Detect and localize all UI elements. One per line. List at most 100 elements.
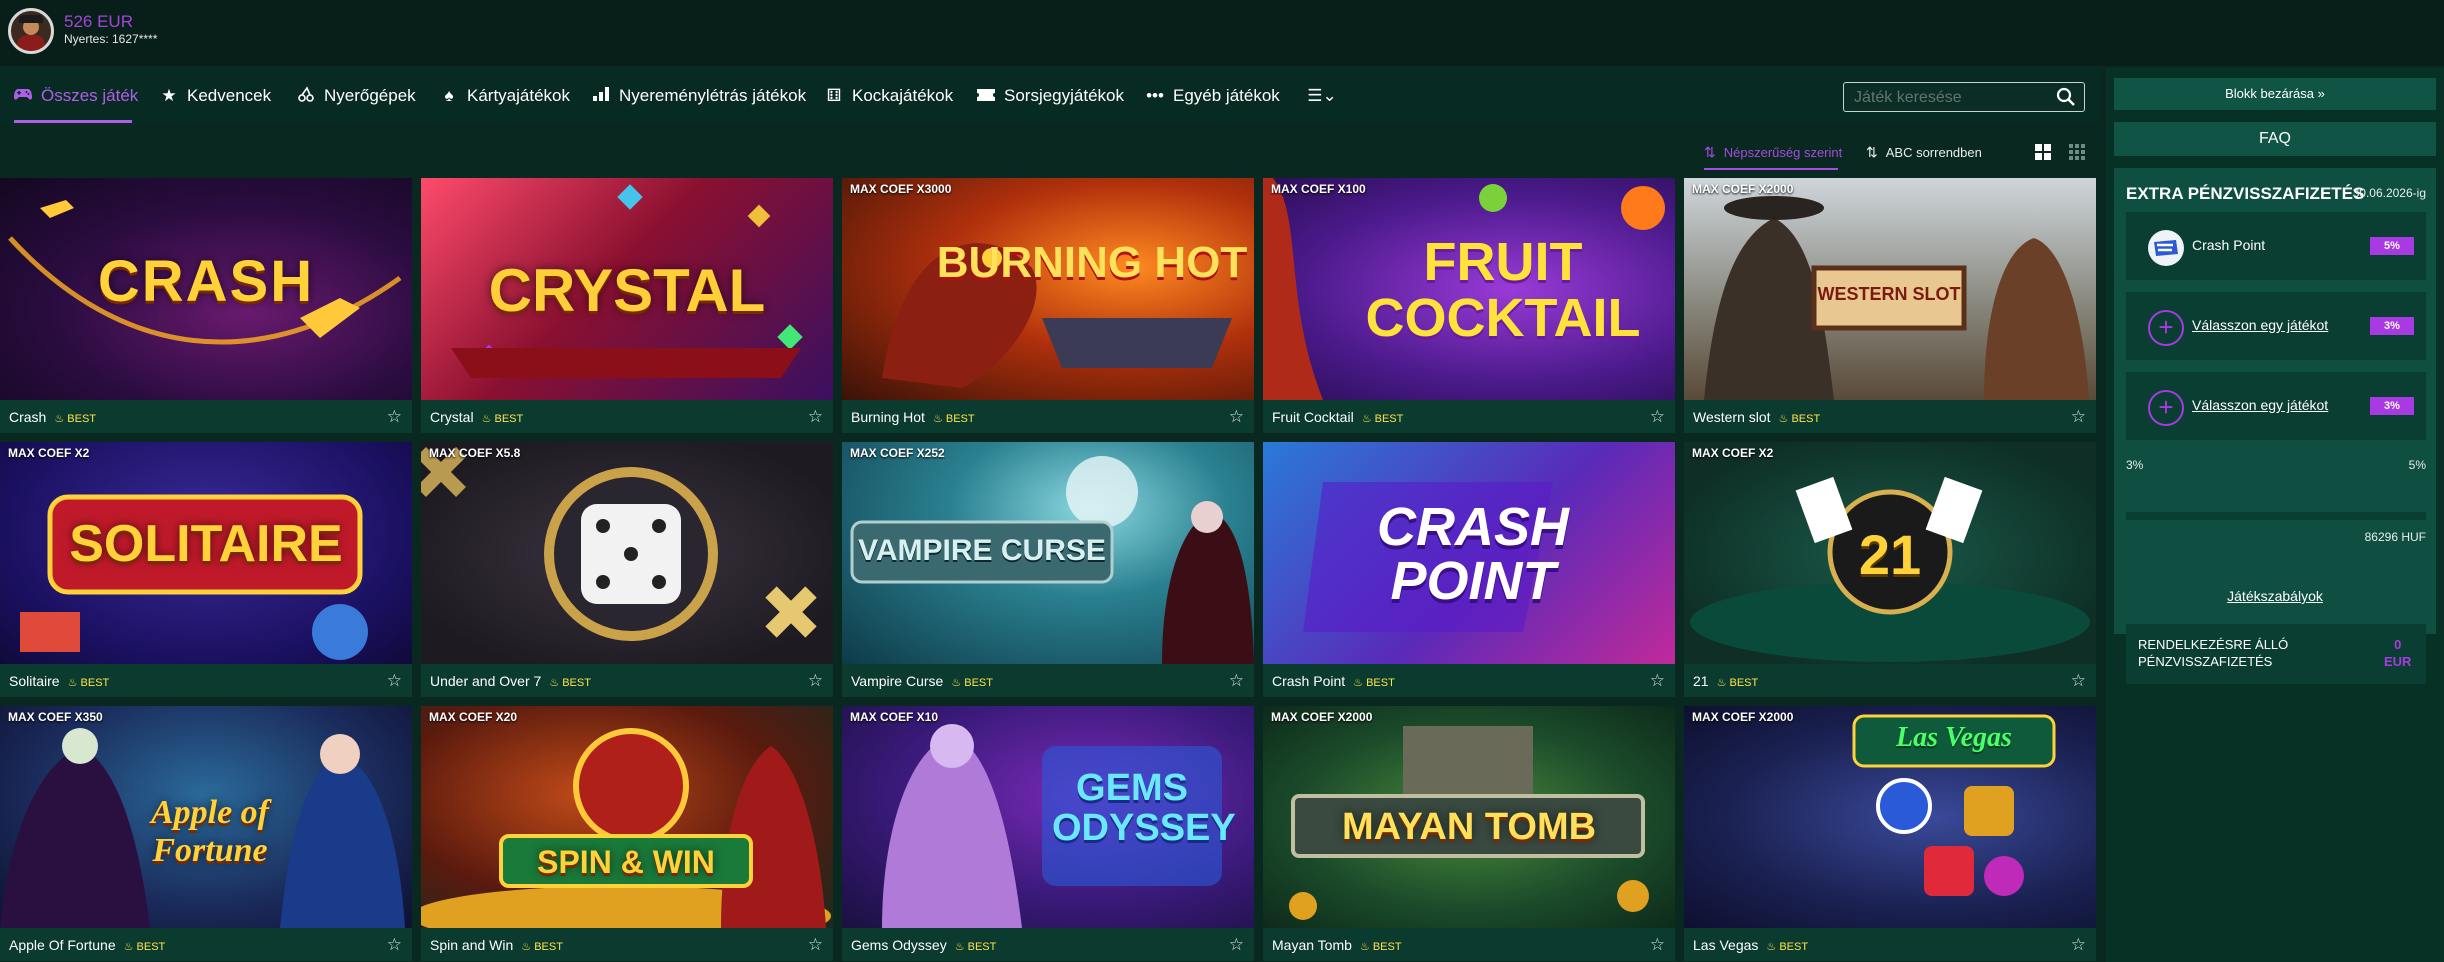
- favorite-star-icon[interactable]: ☆: [2071, 671, 2086, 691]
- favorite-star-icon[interactable]: ☆: [387, 407, 402, 427]
- game-card-21[interactable]: 21 MAX COEF X2 21 ♨ BEST ☆: [1684, 442, 2096, 697]
- dice-icon: ⚅: [826, 86, 842, 105]
- favorite-star-icon[interactable]: ☆: [808, 935, 823, 955]
- game-card-mayan-tomb[interactable]: MAYAN TOMB MAX COEF X2000 Mayan Tomb ♨ BE…: [1263, 706, 1675, 961]
- choose-game-link[interactable]: Válasszon egy játékot: [2192, 397, 2328, 413]
- art-title: GEMS ODYSSEY: [1052, 767, 1236, 849]
- available-cashback: RENDELKEZÉSRE ÁLLÓ PÉNZVISSZAFIZETÉS 0 EU…: [2126, 624, 2426, 684]
- game-card-crash[interactable]: CRASH Crash ♨ BEST ☆: [0, 178, 412, 433]
- active-tab-underline: [14, 120, 132, 123]
- large-grid-icon[interactable]: [2032, 141, 2054, 163]
- nav-more-menu[interactable]: ☰⌄: [1305, 68, 1348, 124]
- cashback-percent-badge: 5%: [2370, 237, 2414, 255]
- nav-slots[interactable]: Nyerőgépek: [297, 68, 416, 124]
- max-coef-label: MAX COEF X2000: [1692, 182, 1794, 196]
- cashback-sidebar: Blokk bezárása » FAQ EXTRA PÉNZVISSZAFIZ…: [2106, 68, 2444, 962]
- best-badge: ♨ BEST: [1766, 941, 1809, 953]
- search-input[interactable]: [1854, 87, 2044, 109]
- favorite-star-icon[interactable]: ☆: [387, 671, 402, 691]
- game-thumbnail: 21 MAX COEF X2: [1684, 442, 2096, 664]
- game-name: Under and Over 7: [430, 673, 542, 689]
- game-thumbnail: SOLITAIRE MAX COEF X2: [0, 442, 412, 664]
- nav-ladder-games[interactable]: Nyereménylétrás játékok: [592, 68, 806, 124]
- art-title: SOLITAIRE: [69, 515, 343, 573]
- game-card-las-vegas[interactable]: Las Vegas MAX COEF X2000 Las Vegas ♨ BEST…: [1684, 706, 2096, 961]
- max-coef-label: MAX COEF X10: [850, 710, 939, 724]
- game-card-fruit-cocktail[interactable]: FRUIT COCKTAIL MAX COEF X100 Fruit Cockt…: [1263, 178, 1675, 433]
- nav-lottery-games[interactable]: Sorsjegyjátékok: [977, 68, 1124, 124]
- game-card-solitaire[interactable]: SOLITAIRE MAX COEF X2 Solitaire ♨ BEST ☆: [0, 442, 412, 697]
- search-icon[interactable]: [2056, 87, 2076, 107]
- favorite-star-icon[interactable]: ☆: [1650, 671, 1665, 691]
- game-rules-link[interactable]: Játékszabályok: [2114, 588, 2436, 604]
- favorite-star-icon[interactable]: ☆: [808, 407, 823, 427]
- nav-card-games[interactable]: ♠ Kártyajátékok: [440, 68, 570, 124]
- game-card-spin-and-win[interactable]: SPIN & WIN MAX COEF X20 Spin and Win ♨ BE…: [421, 706, 833, 961]
- cashback-item[interactable]: Crash Point 5%: [2126, 212, 2426, 280]
- nav-all-games[interactable]: Összes játék: [14, 68, 138, 124]
- game-card-under-over-7[interactable]: MAX COEF X5.8 Under and Over 7 ♨ BEST ☆: [421, 442, 833, 697]
- art-title: Apple of Fortune: [150, 794, 270, 869]
- faq-button[interactable]: FAQ: [2114, 122, 2436, 156]
- game-card-crystal[interactable]: CRYSTAL Crystal ♨ BEST ☆: [421, 178, 833, 433]
- game-card-burning-hot[interactable]: BURNING HOT MAX COEF X3000 Burning Hot ♨ …: [842, 178, 1254, 433]
- max-coef-label: MAX COEF X350: [8, 710, 103, 724]
- favorite-star-icon[interactable]: ☆: [1229, 935, 1244, 955]
- favorite-star-icon[interactable]: ☆: [2071, 407, 2086, 427]
- max-coef-label: MAX COEF X2: [8, 446, 90, 460]
- game-thumbnail: GEMS ODYSSEY MAX COEF X10: [842, 706, 1254, 928]
- crash-point-logo-icon: [2148, 230, 2184, 266]
- favorite-star-icon[interactable]: ☆: [808, 671, 823, 691]
- game-card-crash-point[interactable]: CRASH POINT Crash Point ♨ BEST ☆: [1263, 442, 1675, 697]
- game-thumbnail: SPIN & WIN MAX COEF X20: [421, 706, 833, 928]
- favorite-star-icon[interactable]: ☆: [1229, 671, 1244, 691]
- nav-other-games[interactable]: ••• Egyéb játékok: [1146, 68, 1280, 124]
- game-thumbnail: CRASH: [0, 178, 412, 400]
- game-card-apple-of-fortune[interactable]: Apple of Fortune MAX COEF X350 Apple Of …: [0, 706, 412, 961]
- game-thumbnail: CRYSTAL: [421, 178, 833, 400]
- sort-popularity[interactable]: ⇅ Népszerűség szerint: [1704, 140, 1842, 170]
- favorite-star-icon[interactable]: ☆: [1229, 407, 1244, 427]
- best-badge: ♨ BEST: [1361, 413, 1404, 425]
- cashback-item[interactable]: + Válasszon egy játékot 3%: [2126, 372, 2426, 440]
- game-name: Burning Hot: [851, 409, 925, 425]
- bars-icon: [592, 86, 610, 106]
- game-name: Las Vegas: [1693, 937, 1759, 953]
- small-grid-icon[interactable]: [2066, 141, 2088, 163]
- search-box[interactable]: [1843, 82, 2085, 112]
- spade-icon: ♠: [444, 86, 454, 105]
- best-badge: ♨ BEST: [549, 677, 591, 689]
- game-thumbnail: CRASH POINT: [1263, 442, 1675, 664]
- cashback-item[interactable]: + Válasszon egy játékot 3%: [2126, 292, 2426, 360]
- balance[interactable]: 526 EUR: [64, 12, 133, 32]
- game-card-gems-odyssey[interactable]: GEMS ODYSSEY MAX COEF X10 Gems Odyssey ♨ …: [842, 706, 1254, 961]
- plus-icon[interactable]: +: [2148, 310, 2184, 346]
- progress-max-label: 5%: [2408, 458, 2426, 472]
- game-thumbnail: WESTERN SLOT MAX COEF X2000: [1684, 178, 2096, 400]
- nav-favorites[interactable]: ★ Kedvencek: [160, 68, 271, 124]
- panel-date: 30.06.2026-ig: [2352, 186, 2426, 200]
- game-thumbnail: MAYAN TOMB MAX COEF X2000: [1263, 706, 1675, 928]
- art-title: Las Vegas: [1896, 722, 2012, 753]
- game-name: Vampire Curse: [851, 673, 944, 689]
- game-thumbnail: MAX COEF X5.8: [421, 442, 833, 664]
- sort-abc[interactable]: ⇅ ABC sorrendben: [1866, 140, 1982, 164]
- game-name: Solitaire: [9, 673, 60, 689]
- plus-icon[interactable]: +: [2148, 390, 2184, 426]
- avatar[interactable]: [8, 8, 54, 54]
- favorite-star-icon[interactable]: ☆: [2071, 935, 2086, 955]
- close-block-button[interactable]: Blokk bezárása »: [2114, 78, 2436, 110]
- cherry-icon: [297, 85, 315, 107]
- art-title: BURNING HOT: [936, 238, 1248, 287]
- favorite-star-icon[interactable]: ☆: [387, 935, 402, 955]
- game-card-western-slot[interactable]: WESTERN SLOT MAX COEF X2000 Western slot…: [1684, 178, 2096, 433]
- progress-min-label: 3%: [2126, 458, 2144, 472]
- choose-game-link[interactable]: Válasszon egy játékot: [2192, 317, 2328, 333]
- game-card-vampire-curse[interactable]: VAMPIRE CURSE MAX COEF X252 Vampire Curs…: [842, 442, 1254, 697]
- favorite-star-icon[interactable]: ☆: [1650, 407, 1665, 427]
- game-thumbnail: FRUIT COCKTAIL MAX COEF X100: [1263, 178, 1675, 400]
- nav-dice-games[interactable]: ⚅ Kockajátékok: [825, 68, 954, 124]
- favorite-star-icon[interactable]: ☆: [1650, 935, 1665, 955]
- best-badge: ♨ BEST: [954, 941, 997, 953]
- max-coef-label: MAX COEF X100: [1271, 182, 1366, 196]
